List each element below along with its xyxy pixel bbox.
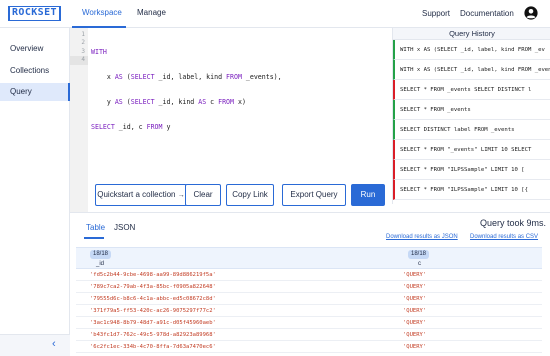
code-line: y AS (SELECT _id, kind AS c FROM x) bbox=[91, 98, 246, 107]
code-line: WITH bbox=[91, 47, 107, 56]
cell-id: '371f79a5-ff53-420c-ac26-9075297f77c2' bbox=[90, 308, 216, 314]
chevron-left-icon: ‹ bbox=[52, 338, 56, 350]
quickstart-label: Quickstart a collection bbox=[97, 190, 176, 199]
table-row[interactable]: '789c7ca2-79ab-4f3a-85bc-f0905a822648' '… bbox=[76, 282, 542, 293]
cell-id: '6c2fc1ec-334b-4c70-8ffa-7d63a7470ec6' bbox=[90, 344, 216, 350]
cell-c: 'QUERY' bbox=[403, 320, 427, 326]
table-row[interactable]: '3ac1c948-8b79-48d7-a91c-d05f45960aeb' '… bbox=[76, 318, 542, 329]
cell-id: 'b43fc1d7-762c-49c5-978d-a82923a89968' bbox=[90, 332, 216, 338]
download-json-link[interactable]: Download results as JSON bbox=[386, 234, 458, 240]
table-row[interactable]: '79555d6c-b8c6-4c1a-abbc-ed5c08672c8d' '… bbox=[76, 294, 542, 305]
sidebar-item-overview[interactable]: Overview bbox=[0, 40, 70, 58]
tab-json[interactable]: JSON bbox=[114, 223, 135, 232]
line-number-gutter: 1 2 3 4 bbox=[70, 28, 88, 212]
tab-manage[interactable]: Manage bbox=[137, 8, 166, 17]
sidebar: Overview Collections Query ‹ bbox=[0, 28, 70, 356]
cell-c: 'QUERY' bbox=[403, 272, 427, 278]
history-item[interactable]: SELECT * FROM _events bbox=[393, 100, 550, 120]
rockset-logo[interactable]: ROCKSET bbox=[8, 6, 61, 21]
user-avatar-icon[interactable] bbox=[524, 6, 538, 20]
code-line: SELECT _id, c FROM y bbox=[91, 123, 171, 132]
quickstart-collection-button[interactable]: Quickstart a collection → bbox=[95, 184, 187, 206]
cell-c: 'QUERY' bbox=[403, 296, 427, 302]
column-header-id[interactable]: _id bbox=[96, 261, 104, 267]
column-count-badge: 18/18 bbox=[408, 250, 430, 259]
cell-c: 'QUERY' bbox=[403, 344, 427, 350]
run-button[interactable]: Run bbox=[351, 184, 385, 206]
download-csv-link[interactable]: Download results as CSV bbox=[470, 234, 538, 240]
history-item[interactable]: SELECT * FROM _events SELECT DISTINCT l bbox=[393, 80, 550, 100]
results-panel: Table JSON Query took 9ms. Download resu… bbox=[70, 212, 550, 356]
query-history-panel: Query History WITH x AS (SELECT _id, lab… bbox=[392, 28, 550, 204]
export-query-button[interactable]: Export Query bbox=[282, 184, 346, 206]
clear-button[interactable]: Clear bbox=[185, 184, 221, 206]
cell-id: '789c7ca2-79ab-4f3a-85bc-f0905a822648' bbox=[90, 284, 216, 290]
query-history-title: Query History bbox=[393, 28, 550, 40]
sidebar-item-collections[interactable]: Collections bbox=[0, 62, 70, 80]
documentation-link[interactable]: Documentation bbox=[460, 9, 514, 18]
line-number: 4 bbox=[70, 56, 88, 65]
query-time: Query took 9ms. bbox=[480, 218, 547, 228]
line-number: 2 bbox=[81, 39, 85, 47]
query-code[interactable]: WITH x AS (SELECT _id, label, kind FROM … bbox=[91, 31, 282, 149]
sidebar-collapse-button[interactable]: ‹ bbox=[0, 334, 70, 356]
support-link[interactable]: Support bbox=[422, 9, 450, 18]
history-item[interactable]: SELECT * FROM "ILPSSample" LIMIT 10 [ bbox=[393, 160, 550, 180]
table-row[interactable]: 'fd5c2b44-9cbe-4698-aa99-89d886219f5a' '… bbox=[76, 270, 542, 281]
cell-c: 'QUERY' bbox=[403, 284, 427, 290]
cell-id: '79555d6c-b8c6-4c1a-abbc-ed5c08672c8d' bbox=[90, 296, 216, 302]
history-item[interactable]: WITH x AS (SELECT _id, label, kind FROM … bbox=[393, 60, 550, 80]
history-item[interactable]: SELECT * FROM "ILPSSample" LIMIT 10 [{ bbox=[393, 180, 550, 200]
results-tab-indicator bbox=[84, 237, 104, 239]
code-line: x AS (SELECT _id, label, kind FROM _even… bbox=[91, 73, 282, 82]
cell-id: 'fd5c2b44-9cbe-4698-aa99-89d886219f5a' bbox=[90, 272, 216, 278]
cell-c: 'QUERY' bbox=[403, 308, 427, 314]
top-bar: ROCKSET Workspace Manage Support Documen… bbox=[0, 0, 550, 28]
history-item[interactable]: SELECT DISTINCT label FROM _events bbox=[393, 120, 550, 140]
sidebar-item-query[interactable]: Query bbox=[0, 83, 70, 101]
tab-table[interactable]: Table bbox=[86, 223, 105, 232]
copy-link-button[interactable]: Copy Link bbox=[226, 184, 274, 206]
cell-id: '3ac1c948-8b79-48d7-a91c-d05f45960aeb' bbox=[90, 320, 216, 326]
line-number: 1 bbox=[81, 31, 85, 38]
history-item[interactable]: WITH x AS (SELECT _id, label, kind FROM … bbox=[393, 40, 550, 60]
cell-c: 'QUERY' bbox=[403, 332, 427, 338]
table-row[interactable]: 'b43fc1d7-762c-49c5-978d-a82923a89968' '… bbox=[76, 330, 542, 341]
column-count-badge: 18/18 bbox=[90, 250, 112, 259]
arrow-right-icon: → bbox=[177, 192, 185, 199]
table-row[interactable]: '6c2fc1ec-334b-4c70-8ffa-7d63a7470ec6' '… bbox=[76, 342, 542, 353]
line-number: 3 bbox=[81, 47, 85, 55]
table-header: 18/18 _id 18/18 c bbox=[76, 247, 542, 269]
table-row[interactable]: '371f79a5-ff53-420c-ac26-9075297f77c2' '… bbox=[76, 306, 542, 317]
column-header-c[interactable]: c bbox=[418, 261, 421, 267]
tab-workspace[interactable]: Workspace bbox=[82, 8, 122, 17]
history-item[interactable]: SELECT * FROM "_events" LIMIT 10 SELECT bbox=[393, 140, 550, 160]
